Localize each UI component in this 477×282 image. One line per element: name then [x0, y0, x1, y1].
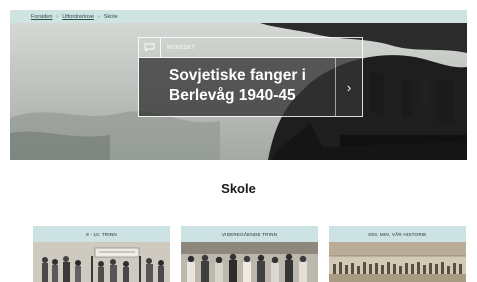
- feature-card[interactable]: Nordset Sovjetiske fanger i Berlevåg 194…: [138, 37, 363, 117]
- card-tag: Nordset: [167, 44, 195, 51]
- card-title-line-2: Berlevåg 1940-45: [169, 87, 296, 104]
- tile-8-10-trinn[interactable]: 8 - 10. trinn: [33, 226, 170, 282]
- card-title-line-1: Sovjetiske fanger i: [169, 67, 306, 84]
- chevron-right-icon[interactable]: ›: [335, 58, 362, 116]
- tile-label: Din, min, vår historie: [329, 226, 466, 242]
- tile-label: Videregående trinn: [181, 226, 318, 242]
- tile-din-min-var-historie[interactable]: Din, min, vår historie: [329, 226, 466, 282]
- breadcrumb-section-link[interactable]: Utfordrerlove: [62, 14, 94, 20]
- tile-label: 8 - 10. trinn: [33, 226, 170, 242]
- breadcrumb-separator: ›: [98, 13, 100, 20]
- tile-photo: [329, 242, 466, 282]
- page-title: Skole: [221, 181, 256, 196]
- chat-icon: [139, 38, 161, 57]
- tile-photo: [181, 242, 318, 282]
- breadcrumb-separator: ›: [56, 13, 59, 20]
- tile-videregaende-trinn[interactable]: Videregående trinn: [181, 226, 318, 282]
- hero-banner: Nordset Sovjetiske fanger i Berlevåg 194…: [10, 23, 467, 160]
- card-body: Sovjetiske fanger i Berlevåg 1940-45 ›: [139, 58, 362, 116]
- card-title: Sovjetiske fanger i Berlevåg 1940-45: [139, 58, 335, 116]
- breadcrumb-home-link[interactable]: Forsiden: [31, 14, 52, 20]
- breadcrumb: Forsiden › Utfordrerlove › Skole: [10, 10, 467, 23]
- breadcrumb-current: Skole: [103, 13, 118, 20]
- tile-photo: [33, 242, 170, 282]
- card-header: Nordset: [139, 38, 362, 58]
